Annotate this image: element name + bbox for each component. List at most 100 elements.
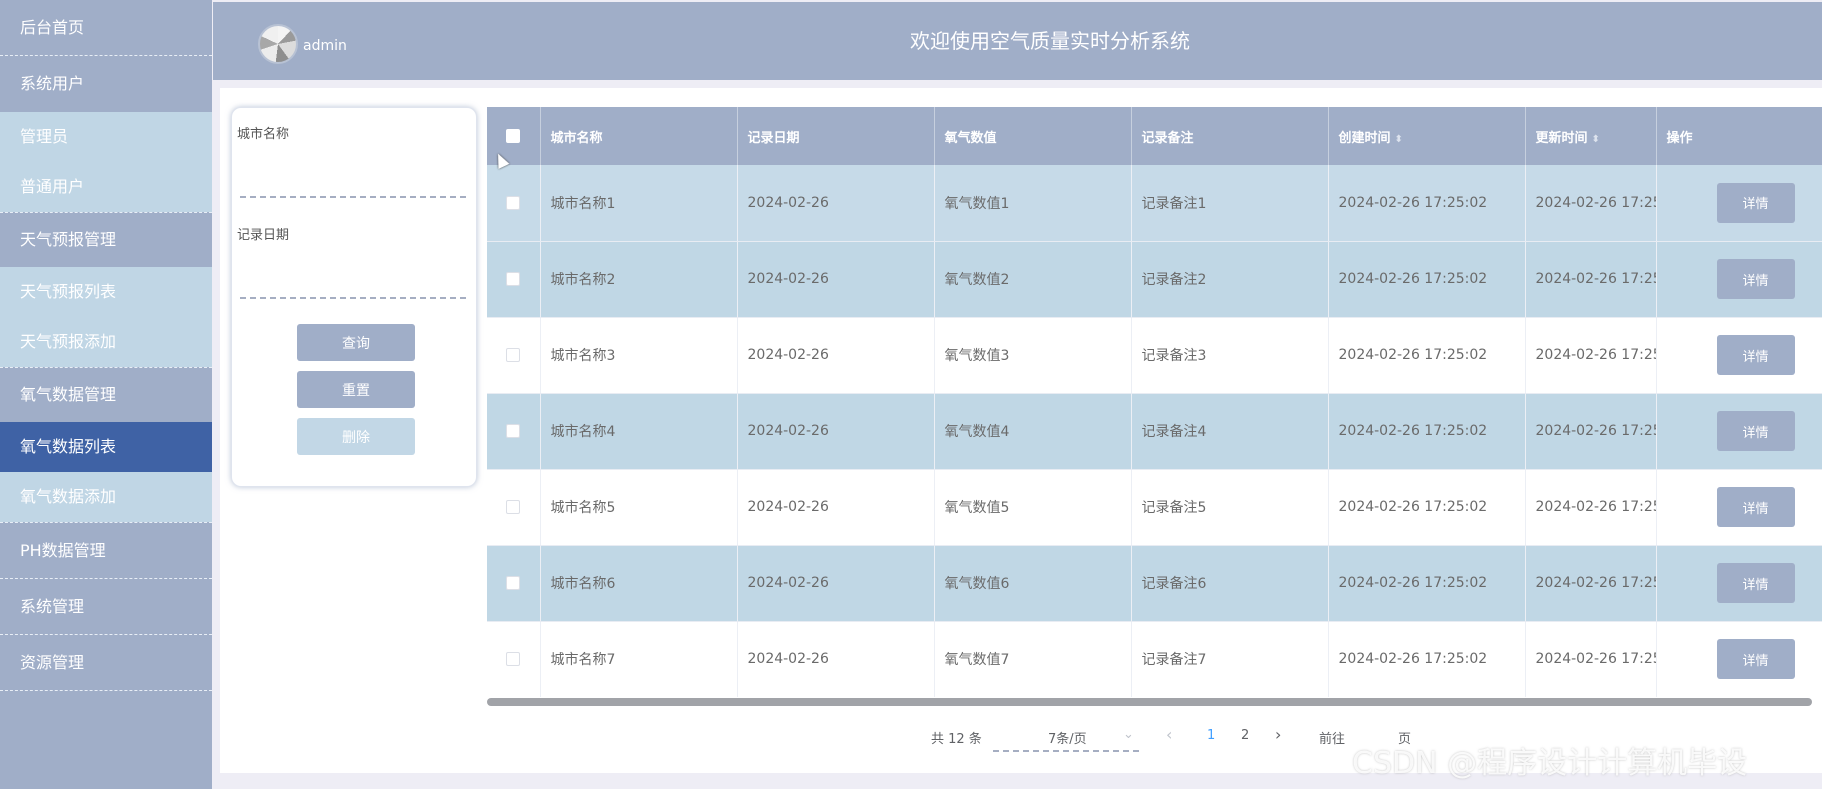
cell-city: 城市名称1 xyxy=(540,165,738,242)
menu-item-system-management[interactable]: 系统管理 xyxy=(0,579,212,635)
city-name-label: 城市名称 xyxy=(237,127,290,142)
cell-city: 城市名称6 xyxy=(540,545,738,622)
record-date-input[interactable] xyxy=(240,269,466,299)
cell-date: 2024-02-26 xyxy=(737,241,935,318)
table-row[interactable]: 城市名称4 2024-02-26 氧气数值4 记录备注4 2024-02-26 17:2… xyxy=(487,393,1822,470)
horizontal-scrollbar[interactable] xyxy=(487,698,1812,706)
cell-updated: 2024-02-26 17:25:0 xyxy=(1525,165,1657,242)
cell-actions: 详情 xyxy=(1656,469,1822,546)
cell-note: 记录备注6 xyxy=(1131,545,1329,622)
query-button[interactable]: 查询 xyxy=(297,324,415,361)
cell-value: 氧气数值5 xyxy=(934,469,1132,546)
row-checkbox[interactable] xyxy=(506,424,521,438)
detail-button[interactable]: 详情 xyxy=(1716,563,1795,603)
sub-item-oxygen-list[interactable]: 氧气数据列表 xyxy=(0,422,212,472)
column-header-value[interactable]: 氧气数值 xyxy=(934,107,1132,165)
row-checkbox[interactable] xyxy=(506,500,521,514)
submenu-weather: 天气预报列表 天气预报添加 xyxy=(0,267,212,368)
pagination-total: 共 12 条 xyxy=(931,732,982,747)
detail-button[interactable]: 详情 xyxy=(1716,487,1795,527)
cell-updated: 2024-02-26 17:25:0 xyxy=(1525,469,1657,546)
next-page-icon[interactable]: › xyxy=(1275,725,1281,744)
cell-updated: 2024-02-26 17:25:0 xyxy=(1525,317,1657,394)
sort-icon[interactable]: ⬍ xyxy=(1592,134,1600,145)
cell-value: 氧气数值1 xyxy=(934,165,1132,242)
delete-button[interactable]: 删除 xyxy=(297,418,415,455)
main-content: 城市名称 记录日期 查询 重置 删除 城市名称 记录日期 氧气数值 记录备注 创… xyxy=(220,88,1822,773)
reset-button[interactable]: 重置 xyxy=(297,371,415,408)
row-checkbox-cell xyxy=(487,241,541,318)
select-all-checkbox[interactable] xyxy=(506,129,521,143)
cell-created: 2024-02-26 17:25:02 xyxy=(1328,241,1526,318)
row-checkbox[interactable] xyxy=(506,652,521,666)
sub-item-admin[interactable]: 管理员 xyxy=(0,112,212,162)
menu-item-home[interactable]: 后台首页 xyxy=(0,0,212,56)
prev-page-icon[interactable]: ‹ xyxy=(1166,725,1172,744)
city-name-input[interactable] xyxy=(240,168,466,198)
menu-item-system-users[interactable]: 系统用户 xyxy=(0,56,212,112)
cell-updated: 2024-02-26 17:25:0 xyxy=(1525,241,1657,318)
menu-item-ph[interactable]: PH数据管理 xyxy=(0,523,212,579)
chevron-down-icon: ⌄ xyxy=(1123,727,1134,742)
sub-item-weather-add[interactable]: 天气预报添加 xyxy=(0,317,212,367)
cell-actions: 详情 xyxy=(1656,165,1822,242)
column-header-date[interactable]: 记录日期 xyxy=(737,107,935,165)
cell-city: 城市名称2 xyxy=(540,241,738,318)
sub-item-weather-list[interactable]: 天气预报列表 xyxy=(0,267,212,317)
cell-value: 氧气数值2 xyxy=(934,241,1132,318)
sub-item-oxygen-add[interactable]: 氧气数据添加 xyxy=(0,472,212,522)
column-header-note[interactable]: 记录备注 xyxy=(1131,107,1329,165)
record-date-label: 记录日期 xyxy=(237,228,290,243)
cell-updated: 2024-02-26 17:25:0 xyxy=(1525,621,1657,697)
row-checkbox[interactable] xyxy=(506,272,521,286)
table-row[interactable]: 城市名称5 2024-02-26 氧气数值5 记录备注5 2024-02-26 17:2… xyxy=(487,469,1822,546)
row-checkbox[interactable] xyxy=(506,348,521,362)
page-title-text: 欢迎使用空气质量实时分析系统 xyxy=(910,29,1190,53)
top-header: admin 欢迎使用空气质量实时分析系统 xyxy=(213,2,1822,80)
table-body: 城市名称1 2024-02-26 氧气数值1 记录备注1 2024-02-26 17:2… xyxy=(487,165,1822,697)
cell-date: 2024-02-26 xyxy=(737,317,935,394)
cell-city: 城市名称3 xyxy=(540,317,738,394)
search-panel: 城市名称 记录日期 查询 重置 删除 xyxy=(231,107,477,487)
table-row[interactable]: 城市名称1 2024-02-26 氧气数值1 记录备注1 2024-02-26 17:2… xyxy=(487,165,1822,242)
cell-date: 2024-02-26 xyxy=(737,393,935,470)
column-header-actions: 操作 xyxy=(1656,107,1822,165)
row-checkbox-cell xyxy=(487,621,541,697)
cell-date: 2024-02-26 xyxy=(737,621,935,697)
sub-item-normal-user[interactable]: 普通用户 xyxy=(0,162,212,212)
page-size-value: 7条/页 xyxy=(1048,732,1087,747)
page-number-2[interactable]: 2 xyxy=(1241,728,1249,743)
cell-note: 记录备注7 xyxy=(1131,621,1329,697)
cell-actions: 详情 xyxy=(1656,545,1822,622)
cell-city: 城市名称7 xyxy=(540,621,738,697)
detail-button[interactable]: 详情 xyxy=(1716,259,1795,299)
cell-value: 氧气数值7 xyxy=(934,621,1132,697)
row-checkbox[interactable] xyxy=(506,195,521,210)
page-size-select[interactable]: 7条/页 ⌄ xyxy=(993,722,1139,752)
detail-button[interactable]: 详情 xyxy=(1716,335,1795,375)
table-row[interactable]: 城市名称7 2024-02-26 氧气数值7 记录备注7 2024-02-26 17:2… xyxy=(487,621,1822,697)
column-header-city[interactable]: 城市名称 xyxy=(540,107,738,165)
cell-note: 记录备注5 xyxy=(1131,469,1329,546)
sort-icon[interactable]: ⬍ xyxy=(1395,134,1403,145)
detail-button[interactable]: 详情 xyxy=(1716,411,1795,451)
column-header-updated[interactable]: 更新时间 ⬍ xyxy=(1525,107,1657,165)
detail-button[interactable]: 详情 xyxy=(1716,639,1795,679)
column-header-created[interactable]: 创建时间 ⬍ xyxy=(1328,107,1526,165)
cell-date: 2024-02-26 xyxy=(737,545,935,622)
row-checkbox-cell xyxy=(487,393,541,470)
table-row[interactable]: 城市名称6 2024-02-26 氧气数值6 记录备注6 2024-02-26 17:2… xyxy=(487,545,1822,622)
table-row[interactable]: 城市名称2 2024-02-26 氧气数值2 记录备注2 2024-02-26 17:2… xyxy=(487,241,1822,318)
row-checkbox[interactable] xyxy=(506,576,521,590)
page-number-1[interactable]: 1 xyxy=(1207,728,1215,743)
menu-item-resource-management[interactable]: 资源管理 xyxy=(0,635,212,691)
menu-item-weather[interactable]: 天气预报管理 xyxy=(0,213,212,267)
cell-updated: 2024-02-26 17:25:0 xyxy=(1525,393,1657,470)
detail-button[interactable]: 详情 xyxy=(1716,182,1795,223)
cell-city: 城市名称5 xyxy=(540,469,738,546)
menu-item-oxygen[interactable]: 氧气数据管理 xyxy=(0,368,212,422)
row-checkbox-cell xyxy=(487,469,541,546)
data-table: 城市名称 记录日期 氧气数值 记录备注 创建时间 ⬍ 更新时间 ⬍ 操作 城市名称1… xyxy=(487,107,1822,697)
table-row[interactable]: 城市名称3 2024-02-26 氧气数值3 记录备注3 2024-02-26 17:2… xyxy=(487,317,1822,394)
cell-date: 2024-02-26 xyxy=(737,165,935,242)
